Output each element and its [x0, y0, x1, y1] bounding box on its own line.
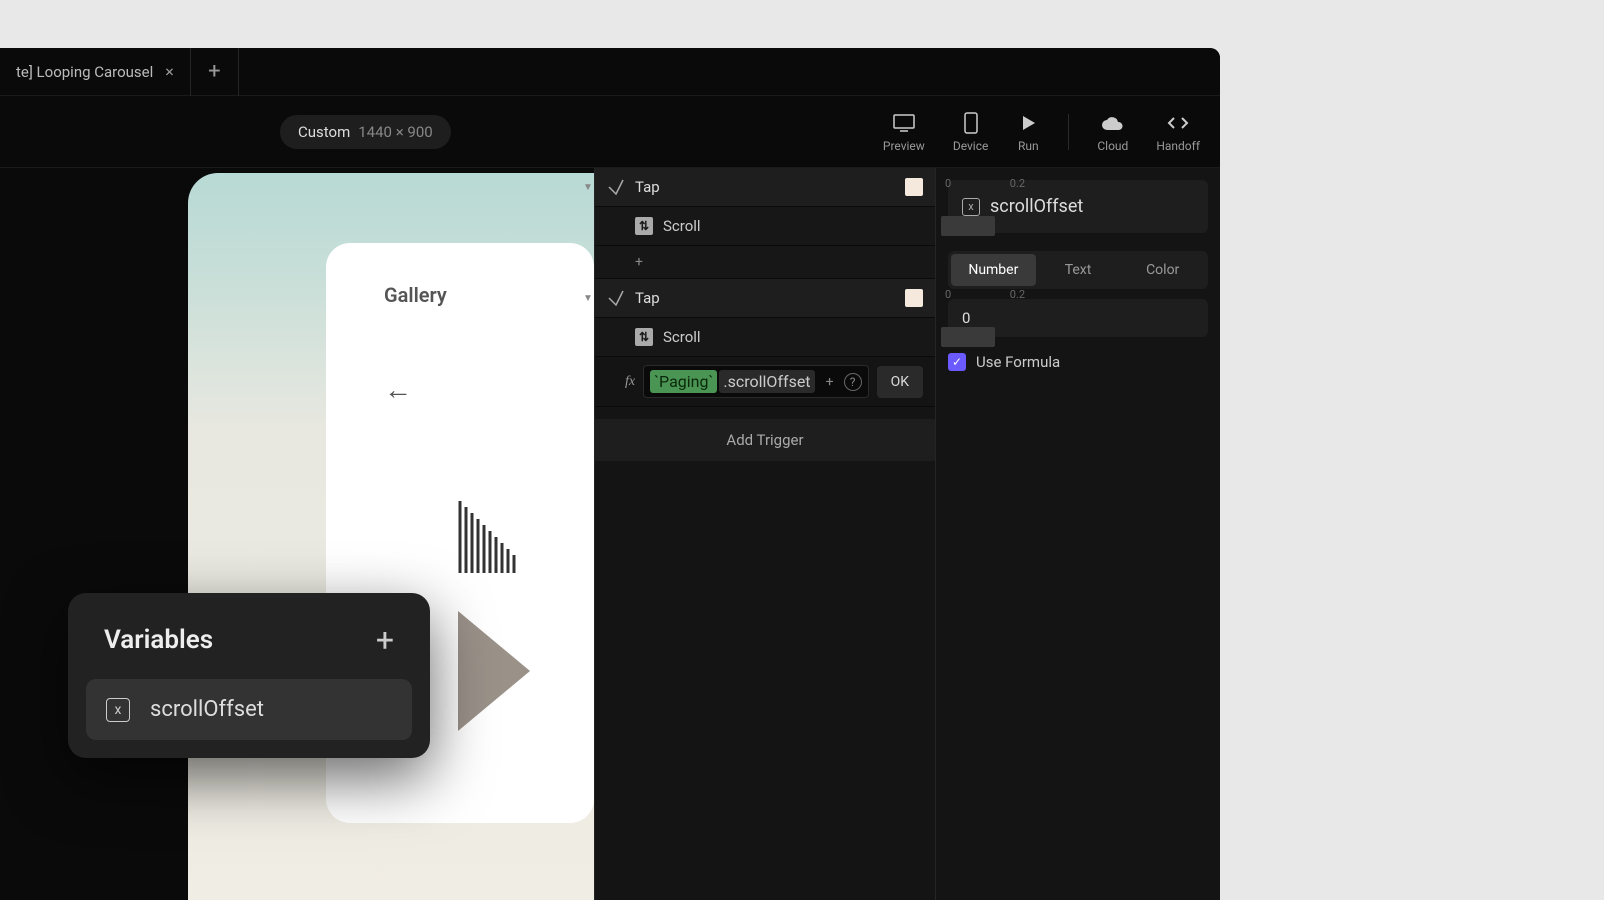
tab-title: te] Looping Carousel [16, 63, 153, 81]
tab-color[interactable]: Color [1120, 254, 1205, 286]
toolbar-actions: Preview Device Run Cloud [883, 111, 1200, 153]
plus-icon[interactable]: + [826, 374, 834, 390]
app-window: te] Looping Carousel × + Custom 1440 × 9… [0, 48, 1220, 900]
timeline-ruler: 0 0.2 [945, 177, 1025, 197]
tab-bar: te] Looping Carousel × + [0, 48, 1220, 96]
gallery-title: Gallery [384, 283, 447, 307]
timeline-tick-1: 0.2 [1010, 288, 1025, 308]
trigger-tap-2[interactable]: ▼ Tap 0 0.2 [595, 279, 935, 318]
use-formula-row[interactable]: ✓ Use Formula [948, 353, 1208, 371]
close-icon[interactable]: × [165, 62, 174, 81]
color-swatch[interactable] [905, 178, 923, 196]
disclosure-icon[interactable]: ▼ [583, 293, 593, 304]
play-icon [1016, 111, 1040, 135]
color-swatch[interactable] [905, 289, 923, 307]
trigger-tap-1[interactable]: ▼ Tap 0 0.2 [595, 168, 935, 207]
popup-title: Variables [104, 625, 213, 655]
handoff-button[interactable]: Handoff [1156, 111, 1200, 153]
type-tabs: Number Text Color [948, 251, 1208, 289]
formula-property: .scrollOffset [719, 370, 814, 393]
trigger-group-2: ▼ Tap 0 0.2 ⇅ Scroll fx [595, 279, 935, 407]
help-icon[interactable]: ? [844, 373, 862, 391]
desktop-icon [892, 111, 916, 135]
use-formula-label: Use Formula [976, 353, 1060, 371]
formula-ok-button[interactable]: OK [877, 366, 923, 398]
gallery-graphic-2 [458, 611, 534, 731]
action-label: Scroll [663, 217, 701, 235]
main-area: Gallery ← [0, 168, 1220, 900]
preview-button[interactable]: Preview [883, 111, 925, 153]
add-trigger-button[interactable]: Add Trigger [595, 419, 935, 461]
plus-icon: + [635, 254, 643, 270]
formula-token: `Paging` [650, 370, 717, 393]
tap-icon [607, 289, 625, 307]
timeline-tick-0: 0 [945, 288, 951, 308]
tab-number[interactable]: Number [951, 254, 1036, 286]
size-dimensions: 1440 × 900 [358, 123, 432, 141]
run-button[interactable]: Run [1016, 111, 1040, 153]
disclosure-icon[interactable]: ▼ [583, 182, 593, 193]
tap-icon [607, 178, 625, 196]
trigger-label: Tap [635, 178, 895, 196]
run-label: Run [1018, 139, 1039, 153]
inspector-panel: x scrollOffset Number Text Color 0 ✓ Use… [936, 168, 1220, 900]
document-tab[interactable]: te] Looping Carousel × [0, 48, 191, 96]
canvas[interactable]: Gallery ← [0, 168, 594, 900]
variable-icon: x [962, 198, 980, 216]
variable-item[interactable]: x scrollOffset [86, 679, 412, 740]
action-label: Scroll [663, 328, 701, 346]
action-scroll-2[interactable]: ⇅ Scroll [595, 318, 935, 357]
timeline-ruler: 0 0.2 [945, 288, 1025, 308]
variable-item-label: scrollOffset [150, 697, 264, 722]
handoff-label: Handoff [1156, 139, 1200, 153]
add-variable-button[interactable]: + [376, 621, 394, 659]
trigger-label: Tap [635, 289, 895, 307]
toolbar: Custom 1440 × 900 Preview Device Run [0, 96, 1220, 168]
back-arrow-icon[interactable]: ← [384, 373, 412, 406]
code-icon [1166, 111, 1190, 135]
trigger-group-1: ▼ Tap 0 0.2 ⇅ Scroll + [595, 168, 935, 279]
size-selector[interactable]: Custom 1440 × 900 [280, 115, 451, 149]
variable-icon: x [106, 698, 130, 722]
formula-input[interactable]: `Paging` .scrollOffset + ? [643, 365, 868, 398]
formula-actions: + ? [826, 373, 862, 391]
variable-name: scrollOffset [990, 196, 1083, 217]
timeline-tick-0: 0 [945, 177, 951, 197]
preview-label: Preview [883, 139, 925, 153]
cloud-label: Cloud [1097, 139, 1128, 153]
action-scroll-1[interactable]: ⇅ Scroll [595, 207, 935, 246]
scroll-icon: ⇅ [635, 328, 653, 346]
size-label: Custom [298, 123, 350, 141]
timeline-tick-1: 0.2 [1010, 177, 1025, 197]
device-button[interactable]: Device [953, 111, 989, 153]
device-label: Device [953, 139, 989, 153]
fx-icon: fx [625, 374, 635, 390]
checkbox-icon[interactable]: ✓ [948, 353, 966, 371]
cloud-button[interactable]: Cloud [1097, 111, 1128, 153]
scroll-icon: ⇅ [635, 217, 653, 235]
tab-text[interactable]: Text [1036, 254, 1121, 286]
toolbar-divider [1068, 114, 1069, 150]
variables-popup: Variables + x scrollOffset [68, 593, 430, 758]
cloud-icon [1101, 111, 1125, 135]
formula-editor: fx `Paging` .scrollOffset + ? OK [613, 357, 935, 406]
add-action-1[interactable]: + [595, 246, 935, 278]
popup-header: Variables + [86, 611, 412, 679]
phone-icon [959, 111, 983, 135]
add-tab-button[interactable]: + [191, 48, 239, 96]
gallery-graphic-1 [384, 501, 530, 573]
triggers-panel: ▼ Tap 0 0.2 ⇅ Scroll + [594, 168, 936, 900]
